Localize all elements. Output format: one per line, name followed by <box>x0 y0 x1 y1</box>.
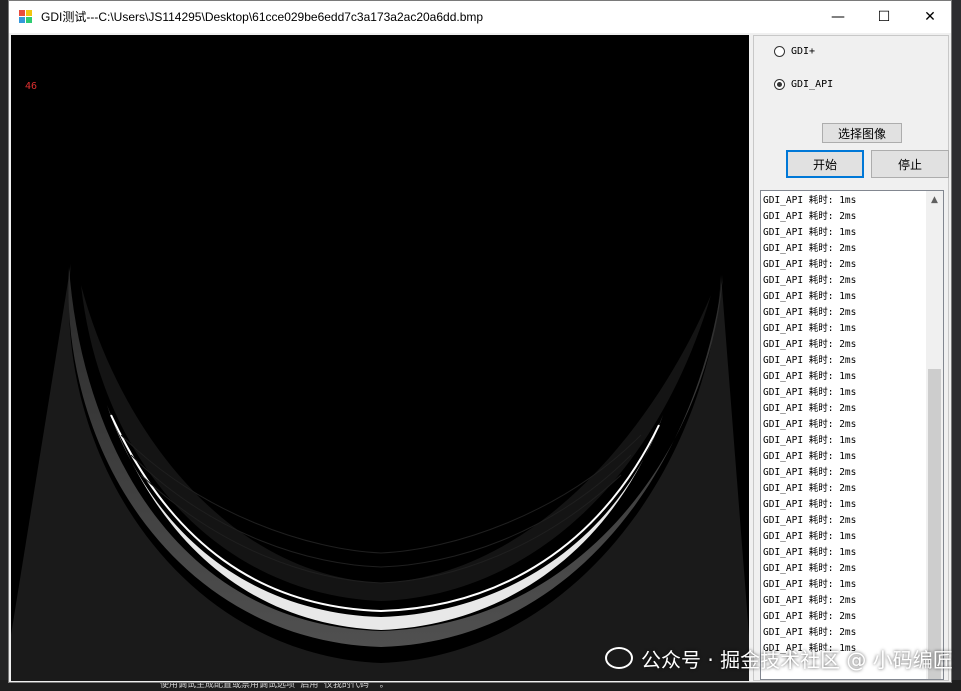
app-icon <box>19 10 33 24</box>
log-line[interactable]: GDI_API 耗时: 1ms <box>763 449 927 465</box>
close-button[interactable]: ✕ <box>907 1 953 33</box>
control-panel: GDI+ GDI_API 选择图像 开始 停止 GDI_API 耗时: 1ms G… <box>753 35 949 681</box>
log-line[interactable]: GDI_API 耗时: 2ms <box>763 257 927 273</box>
watermark: 公众号 · 掘金技术社区 @ 小码编匠 <box>605 641 953 675</box>
log-line[interactable]: GDI_API 耗时: 1ms <box>763 225 927 241</box>
radio-gdiapi-indicator[interactable] <box>774 79 785 90</box>
log-line[interactable]: GDI_API 耗时: 2ms <box>763 625 927 641</box>
log-line[interactable]: GDI_API 耗时: 2ms <box>763 417 927 433</box>
log-line[interactable]: GDI_API 耗时: 2ms <box>763 561 927 577</box>
log-line[interactable]: GDI_API 耗时: 2ms <box>763 609 927 625</box>
title-bar[interactable]: GDI测试---C:\Users\JS114295\Desktop\61cce0… <box>9 1 951 33</box>
log-line[interactable]: GDI_API 耗时: 2ms <box>763 593 927 609</box>
radio-gdiapi-label: GDI_API <box>791 79 834 90</box>
fps-counter: 46 <box>25 81 38 92</box>
stop-button[interactable]: 停止 <box>871 150 949 178</box>
log-line[interactable]: GDI_API 耗时: 2ms <box>763 209 927 225</box>
log-line[interactable]: GDI_API 耗时: 2ms <box>763 241 927 257</box>
image-display: 46 <box>11 35 749 681</box>
log-line[interactable]: GDI_API 耗时: 2ms <box>763 513 927 529</box>
watermark-text: 公众号 · 掘金技术社区 @ 小码编匠 <box>641 647 953 672</box>
log-line[interactable]: GDI_API 耗时: 2ms <box>763 481 927 497</box>
start-button[interactable]: 开始 <box>786 150 864 178</box>
window-title: GDI测试---C:\Users\JS114295\Desktop\61cce0… <box>41 10 484 24</box>
log-scrollbar[interactable]: ▲ <box>926 191 943 679</box>
app-window: GDI测试---C:\Users\JS114295\Desktop\61cce0… <box>8 0 953 683</box>
log-line[interactable]: GDI_API 耗时: 1ms <box>763 321 927 337</box>
log-line[interactable]: GDI_API 耗时: 2ms <box>763 273 927 289</box>
minimize-button[interactable]: — <box>815 1 861 33</box>
select-image-button[interactable]: 选择图像 <box>822 123 902 143</box>
radio-gdiplus-label: GDI+ <box>791 46 816 57</box>
log-line[interactable]: GDI_API 耗时: 1ms <box>763 369 927 385</box>
radio-gdiplus[interactable]: GDI+ <box>774 46 815 57</box>
log-line[interactable]: GDI_API 耗时: 1ms <box>763 497 927 513</box>
log-line[interactable]: GDI_API 耗时: 1ms <box>763 529 927 545</box>
log-line[interactable]: GDI_API 耗时: 2ms <box>763 353 927 369</box>
scroll-thumb[interactable] <box>928 369 941 679</box>
log-line[interactable]: GDI_API 耗时: 2ms <box>763 465 927 481</box>
log-line[interactable]: GDI_API 耗时: 1ms <box>763 545 927 561</box>
log-line[interactable]: GDI_API 耗时: 1ms <box>763 577 927 593</box>
log-line[interactable]: GDI_API 耗时: 1ms <box>763 385 927 401</box>
log-line[interactable]: GDI_API 耗时: 2ms <box>763 305 927 321</box>
log-listbox[interactable]: GDI_API 耗时: 1ms GDI_API 耗时: 2ms GDI_API 耗时… <box>760 190 944 680</box>
scroll-up-icon[interactable]: ▲ <box>926 191 943 208</box>
log-line[interactable]: GDI_API 耗时: 1ms <box>763 289 927 305</box>
radio-gdiplus-indicator[interactable] <box>774 46 785 57</box>
log-line[interactable]: GDI_API 耗时: 2ms <box>763 401 927 417</box>
log-line[interactable]: GDI_API 耗时: 2ms <box>763 337 927 353</box>
log-list: GDI_API 耗时: 1ms GDI_API 耗时: 2ms GDI_API 耗时… <box>763 193 927 657</box>
log-line[interactable]: GDI_API 耗时: 1ms <box>763 193 927 209</box>
rendered-image <box>11 35 749 681</box>
maximize-button[interactable]: ☐ <box>861 1 907 33</box>
log-line[interactable]: GDI_API 耗时: 1ms <box>763 433 927 449</box>
radio-gdiapi[interactable]: GDI_API <box>774 79 833 90</box>
wechat-logo-icon <box>605 647 633 669</box>
